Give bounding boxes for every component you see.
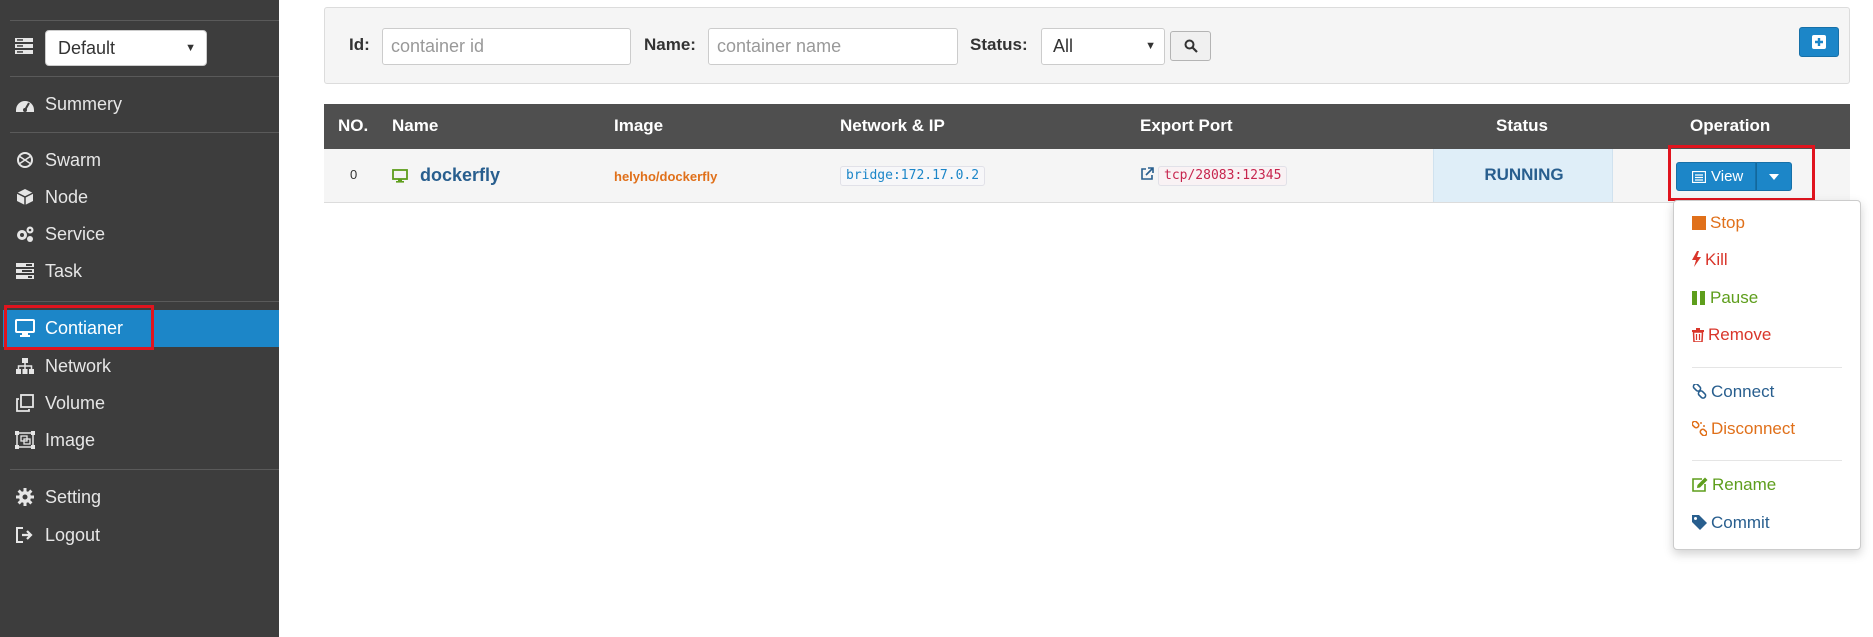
menu-item-kill[interactable]: Kill bbox=[1692, 250, 1728, 270]
column-header-no: NO. bbox=[338, 116, 369, 135]
menu-item-commit[interactable]: Commit bbox=[1692, 513, 1770, 533]
menu-item-label: Pause bbox=[1710, 288, 1759, 307]
sidebar-item-node[interactable]: Node bbox=[0, 179, 279, 216]
id-input[interactable]: container id bbox=[382, 28, 631, 65]
sidebar-item-network[interactable]: Network bbox=[0, 348, 279, 385]
sidebar-item-swarm[interactable]: Swarm bbox=[0, 142, 279, 179]
sidebar-item-summery[interactable]: Summery bbox=[0, 86, 279, 123]
unlink-icon bbox=[1692, 421, 1707, 436]
sidebar-item-label: Node bbox=[45, 187, 89, 207]
menu-item-connect[interactable]: Connect bbox=[1692, 382, 1774, 402]
menu-item-disconnect[interactable]: Disconnect bbox=[1692, 419, 1795, 439]
pause-icon bbox=[1692, 291, 1705, 305]
menu-item-label: Connect bbox=[1711, 382, 1775, 401]
sidebar-item-label: Swarm bbox=[45, 150, 102, 170]
add-container-button[interactable] bbox=[1799, 27, 1839, 57]
operation-dropdown-menu: Stop Kill Pause Remove Connect Disconnec… bbox=[1673, 200, 1861, 550]
gear-icon bbox=[16, 488, 34, 506]
sign-out-icon bbox=[16, 527, 33, 543]
environment-value: Default bbox=[58, 38, 116, 58]
sidebar-item-task[interactable]: Task bbox=[0, 253, 279, 290]
menu-item-label: Rename bbox=[1712, 475, 1777, 494]
sidebar-divider bbox=[10, 469, 279, 470]
highlight-box bbox=[1668, 145, 1815, 201]
tag-icon bbox=[1692, 515, 1707, 530]
sidebar-item-label: Task bbox=[45, 261, 83, 281]
plus-square-icon bbox=[1812, 35, 1826, 49]
cube-icon bbox=[16, 189, 34, 205]
menu-item-label: Commit bbox=[1711, 513, 1770, 532]
filter-bar: Id: container id Name: container name St… bbox=[324, 7, 1850, 84]
search-icon bbox=[1184, 39, 1198, 53]
column-header-operation: Operation bbox=[1690, 116, 1771, 135]
name-input[interactable]: container name bbox=[708, 28, 958, 65]
bolt-icon bbox=[1692, 251, 1701, 267]
menu-divider bbox=[1692, 367, 1842, 368]
environment-select[interactable]: Default ▼ bbox=[45, 30, 207, 66]
tasks-icon bbox=[16, 263, 34, 279]
menu-item-label: Kill bbox=[1705, 250, 1728, 269]
sidebar-divider bbox=[10, 132, 279, 133]
caret-down-icon: ▼ bbox=[1145, 40, 1156, 52]
clone-icon bbox=[16, 394, 34, 412]
trash-icon bbox=[1692, 328, 1704, 342]
column-header-name: Name bbox=[392, 116, 439, 135]
status-cell: RUNNING bbox=[1433, 149, 1613, 202]
container-name-link[interactable]: dockerfly bbox=[420, 165, 500, 186]
stop-icon bbox=[1692, 216, 1706, 230]
container-image-link[interactable]: helyho/dockerfly bbox=[614, 169, 717, 184]
row-number: 0 bbox=[350, 167, 358, 182]
dashboard-icon bbox=[16, 101, 34, 112]
cogs-icon bbox=[17, 226, 34, 242]
network-ip: bridge:172.17.0.2 bbox=[840, 166, 986, 186]
sidebar-item-service[interactable]: Service bbox=[0, 216, 279, 253]
link-icon bbox=[1692, 384, 1707, 399]
menu-item-stop[interactable]: Stop bbox=[1692, 213, 1745, 233]
menu-item-pause[interactable]: Pause bbox=[1692, 288, 1758, 308]
sidebar-divider bbox=[10, 76, 279, 77]
column-header-network: Network & IP bbox=[840, 116, 945, 135]
column-header-export-port: Export Port bbox=[1140, 116, 1233, 135]
id-label: Id: bbox=[349, 35, 370, 54]
status-select-value: All bbox=[1053, 36, 1074, 56]
sidebar-item-label: Summery bbox=[45, 94, 123, 114]
swarm-icon bbox=[17, 152, 33, 168]
sidebar-divider bbox=[10, 20, 279, 21]
sidebar-item-volume[interactable]: Volume bbox=[0, 385, 279, 422]
sidebar-item-label: Network bbox=[45, 356, 112, 376]
sidebar-item-label: Volume bbox=[45, 393, 106, 413]
sidebar-item-setting[interactable]: Setting bbox=[0, 479, 279, 516]
status-select[interactable]: All ▼ bbox=[1041, 28, 1165, 65]
table-row: 0 dockerfly helyho/dockerfly bridge:172.… bbox=[324, 149, 1850, 203]
sidebar-item-label: Logout bbox=[45, 525, 101, 545]
edit-icon bbox=[1692, 477, 1708, 492]
menu-item-label: Stop bbox=[1710, 213, 1745, 232]
sidebar-item-logout[interactable]: Logout bbox=[0, 517, 279, 554]
status-badge: RUNNING bbox=[1484, 165, 1564, 184]
export-port: tcp/28083:12345 bbox=[1158, 166, 1288, 186]
sitemap-icon bbox=[16, 358, 34, 374]
menu-item-remove[interactable]: Remove bbox=[1692, 325, 1771, 345]
search-button[interactable] bbox=[1170, 31, 1211, 61]
column-header-image: Image bbox=[614, 116, 664, 135]
column-header-status: Status bbox=[1496, 116, 1548, 135]
object-group-icon bbox=[15, 431, 35, 449]
desktop-icon bbox=[392, 169, 408, 183]
server-icon bbox=[15, 38, 33, 54]
external-link-icon[interactable] bbox=[1140, 167, 1154, 181]
sidebar-item-label: Service bbox=[45, 224, 106, 244]
sidebar-item-label: Setting bbox=[45, 487, 102, 507]
status-label: Status: bbox=[970, 35, 1028, 54]
menu-item-label: Remove bbox=[1708, 325, 1772, 344]
menu-divider bbox=[1692, 460, 1842, 461]
caret-down-icon: ▼ bbox=[185, 42, 196, 54]
name-label: Name: bbox=[644, 35, 696, 54]
menu-item-label: Disconnect bbox=[1711, 419, 1796, 438]
highlight-box bbox=[4, 305, 154, 350]
sidebar-item-label: Image bbox=[45, 430, 96, 450]
table-header: NO. Name Image Network & IP Export Port … bbox=[324, 104, 1850, 149]
sidebar-divider bbox=[10, 301, 279, 302]
sidebar-item-image[interactable]: Image bbox=[0, 422, 279, 459]
menu-item-rename[interactable]: Rename bbox=[1692, 475, 1776, 495]
